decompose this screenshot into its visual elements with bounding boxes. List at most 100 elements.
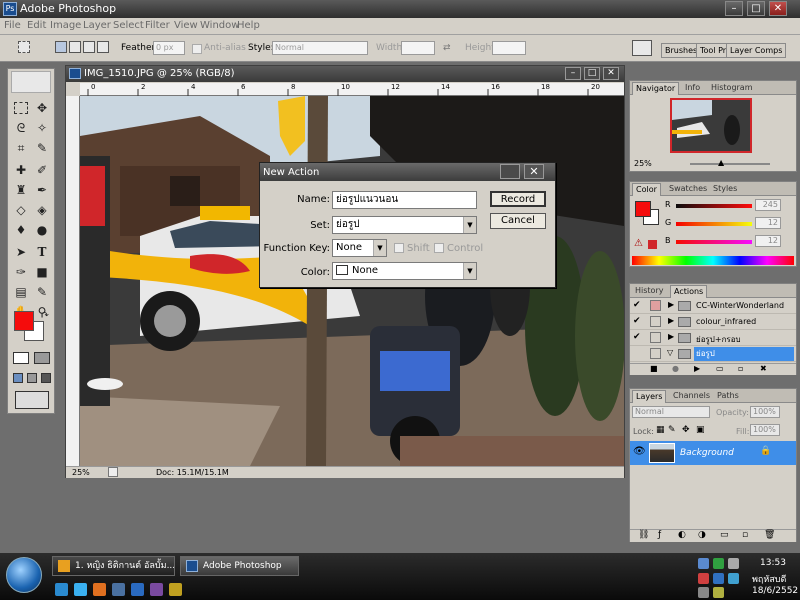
- new-selection-icon[interactable]: [55, 41, 67, 53]
- blend-mode-select[interactable]: Normal: [632, 406, 710, 418]
- tab-info[interactable]: Info: [682, 82, 703, 95]
- dock-tab-tool-presets[interactable]: Tool Pr: [696, 43, 731, 58]
- navigator-zoom[interactable]: 25%: [634, 159, 652, 168]
- lock-position-icon[interactable]: ✥: [682, 425, 690, 435]
- action-set-row[interactable]: ✔ ▶ CC-WinterWonderland: [630, 299, 796, 314]
- move-tool-icon[interactable]: ✥: [33, 99, 51, 117]
- visibility-eye-icon[interactable]: 👁: [633, 446, 646, 457]
- tab-histogram[interactable]: Histogram: [708, 82, 756, 95]
- new-set-icon[interactable]: ▭: [716, 364, 724, 373]
- menu-window[interactable]: Window: [200, 20, 239, 31]
- color-select[interactable]: None ▼: [332, 262, 477, 280]
- crop-tool-icon[interactable]: ⌗: [12, 139, 30, 157]
- quicklaunch-folder-icon[interactable]: [169, 583, 182, 596]
- quicklaunch-ie2-icon[interactable]: [74, 583, 87, 596]
- doc-maximize-button[interactable]: □: [584, 67, 600, 80]
- red-slider[interactable]: [676, 204, 752, 208]
- delete-icon[interactable]: ✖: [760, 364, 767, 373]
- red-value[interactable]: 245: [755, 199, 781, 211]
- quicklaunch-firefox-icon[interactable]: [93, 583, 106, 596]
- play-icon[interactable]: ▶: [694, 364, 700, 373]
- dock-tab-layer-comps[interactable]: Layer Comps: [726, 43, 787, 58]
- menu-select[interactable]: Select: [113, 20, 144, 31]
- adjustment-layer-icon[interactable]: ◑: [698, 530, 706, 540]
- clock-time[interactable]: 13:53: [760, 558, 786, 568]
- tray-network-icon[interactable]: [698, 558, 709, 569]
- jump-to-imageready-icon[interactable]: [15, 391, 49, 409]
- tab-navigator[interactable]: Navigator: [632, 82, 680, 95]
- check-icon[interactable]: ✔: [633, 316, 641, 326]
- tab-layers[interactable]: Layers: [632, 390, 667, 403]
- width-input[interactable]: [401, 41, 435, 55]
- tray-bluetooth-icon[interactable]: [713, 573, 724, 584]
- path-selection-icon[interactable]: ➤: [12, 243, 30, 261]
- tray-messenger-icon[interactable]: [728, 573, 739, 584]
- swap-icon[interactable]: ⇄: [443, 43, 451, 53]
- navigator-thumbnail[interactable]: [670, 98, 752, 153]
- blue-slider[interactable]: [676, 240, 752, 244]
- fill-input[interactable]: 100%: [750, 424, 780, 436]
- function-key-select[interactable]: None ▼: [332, 239, 387, 257]
- quicklaunch-save-icon[interactable]: [131, 583, 144, 596]
- antialias-checkbox[interactable]: [192, 44, 202, 54]
- tray-security-icon[interactable]: [698, 573, 709, 584]
- green-value[interactable]: 12: [755, 217, 781, 229]
- tab-actions[interactable]: Actions: [670, 285, 708, 298]
- file-browser-icon[interactable]: [632, 40, 652, 56]
- quicklaunch-media-icon[interactable]: [150, 583, 163, 596]
- stop-icon[interactable]: ■: [650, 364, 658, 373]
- slice-tool-icon[interactable]: ✎: [33, 139, 51, 157]
- feather-input[interactable]: 0 px: [153, 41, 185, 55]
- gamut-color-swatch[interactable]: [648, 240, 657, 249]
- menu-view[interactable]: View: [174, 20, 198, 31]
- doc-minimize-button[interactable]: –: [565, 67, 581, 80]
- style-select[interactable]: Normal: [272, 41, 368, 55]
- tab-color[interactable]: Color: [632, 183, 661, 196]
- navigator-zoom-slider[interactable]: [690, 163, 770, 165]
- minimize-button[interactable]: –: [725, 1, 743, 16]
- action-set-row[interactable]: ✔ ▶ colour_infrared: [630, 315, 796, 330]
- dialog-toggle-icon[interactable]: [650, 300, 661, 311]
- gamut-warning-icon[interactable]: ⚠: [634, 238, 643, 249]
- start-button[interactable]: [6, 557, 42, 593]
- expand-arrow-icon[interactable]: ▶: [668, 316, 674, 325]
- taskbar-button-browser[interactable]: 1. หญิง ธิติกานต์ อัลบั้ม...: [52, 556, 175, 576]
- clone-stamp-icon[interactable]: ♜: [12, 181, 30, 199]
- marquee-tool-icon[interactable]: [14, 102, 28, 114]
- check-icon[interactable]: ✔: [633, 332, 641, 342]
- eyedropper-icon[interactable]: ✎: [33, 283, 51, 301]
- expand-arrow-icon[interactable]: ▶: [668, 300, 674, 309]
- quicklaunch-ie-icon[interactable]: [55, 583, 68, 596]
- pen-tool-icon[interactable]: ✑: [12, 263, 30, 281]
- green-slider[interactable]: [676, 222, 752, 226]
- subtract-selection-icon[interactable]: [83, 41, 95, 53]
- add-selection-icon[interactable]: [69, 41, 81, 53]
- maximize-button[interactable]: □: [747, 1, 765, 16]
- dialog-close-button[interactable]: ✕: [524, 164, 544, 179]
- intersect-selection-icon[interactable]: [97, 41, 109, 53]
- opacity-input[interactable]: 100%: [750, 406, 780, 418]
- color-spectrum-bar[interactable]: [632, 256, 794, 265]
- quick-mask-icon[interactable]: [34, 352, 50, 364]
- menu-edit[interactable]: Edit: [27, 20, 46, 31]
- tab-history[interactable]: History: [632, 285, 666, 298]
- status-menu-icon[interactable]: [108, 467, 118, 477]
- magic-wand-icon[interactable]: ✧: [33, 119, 51, 137]
- blue-value[interactable]: 12: [755, 235, 781, 247]
- dialog-toggle-icon[interactable]: [650, 316, 661, 327]
- new-group-icon[interactable]: ▭: [720, 530, 729, 540]
- paint-bucket-icon[interactable]: ◈: [33, 201, 51, 219]
- lock-transparency-icon[interactable]: ▦: [656, 425, 665, 435]
- tab-swatches[interactable]: Swatches: [666, 183, 710, 196]
- slider-thumb-icon[interactable]: ▲: [718, 158, 724, 167]
- action-name-input[interactable]: ย่อรูปแนวนอน: [332, 191, 477, 209]
- control-checkbox[interactable]: [434, 243, 444, 253]
- swap-colors-icon[interactable]: ↷: [36, 307, 54, 325]
- history-brush-icon[interactable]: ✒: [33, 181, 51, 199]
- blur-tool-icon[interactable]: ♦: [12, 221, 30, 239]
- menu-filter[interactable]: Filter: [145, 20, 170, 31]
- menu-layer[interactable]: Layer: [83, 20, 111, 31]
- close-button[interactable]: ✕: [769, 1, 787, 16]
- doc-close-button[interactable]: ✕: [603, 67, 619, 80]
- new-layer-icon[interactable]: ▫: [742, 530, 748, 540]
